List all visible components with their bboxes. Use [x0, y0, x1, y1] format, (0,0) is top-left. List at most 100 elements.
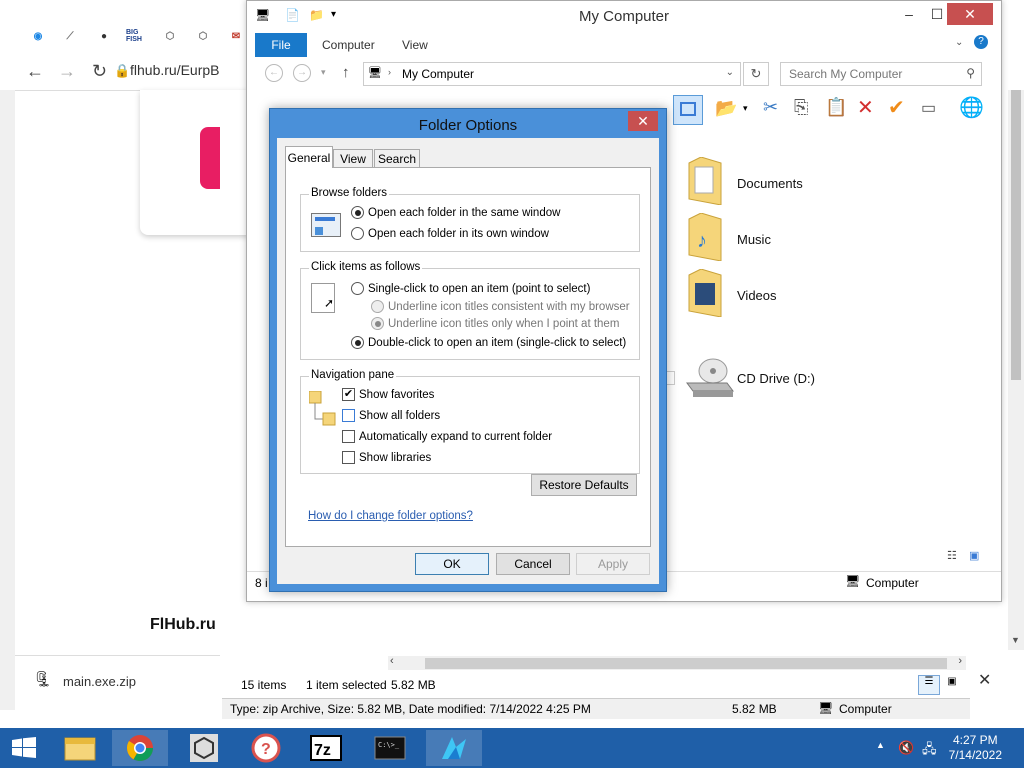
- dialog-close-button[interactable]: ✕: [628, 111, 658, 131]
- videos-label[interactable]: Videos: [737, 288, 777, 303]
- restore-defaults-button[interactable]: Restore Defaults: [531, 474, 637, 496]
- volume-muted-icon[interactable]: 🔇: [898, 740, 914, 756]
- documents-label[interactable]: Documents: [737, 176, 803, 191]
- page-card: [140, 90, 250, 235]
- close-button[interactable]: ✕: [947, 3, 993, 25]
- details-view-icon[interactable]: ☷: [947, 549, 957, 562]
- show-libraries-option[interactable]: Show libraries: [342, 451, 431, 464]
- bookmark-circle-icon[interactable]: ◉: [28, 26, 48, 46]
- bookmark-chart-icon[interactable]: ⟋: [60, 26, 80, 46]
- forward-arrow-icon[interactable]: →: [58, 61, 76, 82]
- start-button[interactable]: [0, 730, 48, 766]
- up-arrow-icon[interactable]: ↑: [342, 64, 350, 81]
- single-click-option[interactable]: Single-click to open an item (point to s…: [351, 282, 590, 295]
- music-label[interactable]: Music: [737, 232, 771, 247]
- close-download-icon[interactable]: ✕: [978, 670, 991, 690]
- address-dropdown-icon[interactable]: ⌄: [726, 67, 734, 78]
- show-all-folders-option[interactable]: Show all folders: [342, 409, 440, 422]
- preview-pane-button[interactable]: [673, 95, 703, 125]
- show-favorites-option[interactable]: ✔ Show favorites: [342, 388, 434, 401]
- breadcrumb-chevron-icon[interactable]: ›: [388, 67, 391, 77]
- cd-drive-icon[interactable]: [685, 355, 735, 399]
- tab-file[interactable]: File: [255, 33, 307, 57]
- radio-single-click[interactable]: [351, 282, 364, 295]
- radio-double-click[interactable]: [351, 336, 364, 349]
- tab-computer[interactable]: Computer: [322, 38, 375, 52]
- download-file-name[interactable]: main.exe.zip: [63, 674, 136, 689]
- large-icons-view-icon[interactable]: ▣: [969, 549, 979, 562]
- bookmark-unity2-icon[interactable]: ⬡: [193, 26, 213, 46]
- search-icon[interactable]: ⚲: [966, 66, 975, 80]
- reload-icon[interactable]: ↻: [92, 61, 107, 82]
- address-bar[interactable]: 🖥 › My Computer ⌄: [363, 62, 741, 86]
- details-view-icon[interactable]: ☰: [918, 675, 940, 695]
- network-icon[interactable]: 🖧: [922, 740, 937, 762]
- scroll-left-icon[interactable]: ‹: [390, 655, 394, 667]
- refresh-icon[interactable]: ↻: [743, 62, 769, 86]
- scroll-thumb[interactable]: [1011, 90, 1021, 380]
- nav-back-icon[interactable]: ←: [265, 64, 283, 82]
- tab-general[interactable]: General: [285, 146, 333, 168]
- chrome-taskbar-icon[interactable]: [112, 730, 168, 766]
- back-arrow-icon[interactable]: ←: [26, 61, 44, 82]
- help-link[interactable]: How do I change folder options?: [308, 510, 473, 522]
- checkbox-show-favorites[interactable]: ✔: [342, 388, 355, 401]
- folder-check-icon[interactable]: 📂: [715, 98, 737, 119]
- scroll-down-icon[interactable]: ▼: [1011, 635, 1020, 645]
- help-icon[interactable]: ?: [974, 35, 988, 49]
- tab-view[interactable]: View: [333, 149, 373, 168]
- videos-folder-icon[interactable]: [687, 268, 723, 318]
- checkbox-auto-expand[interactable]: [342, 430, 355, 443]
- rename-icon[interactable]: ▭: [921, 98, 936, 118]
- url-text[interactable]: flhub.ru/EurpB: [130, 62, 220, 78]
- 7zip-taskbar-icon[interactable]: 7z: [298, 730, 354, 766]
- site-name: FlHub.ru: [150, 616, 216, 633]
- scroll-right-icon[interactable]: ›: [958, 655, 962, 667]
- copy-icon[interactable]: ⎘: [794, 97, 808, 118]
- tray-expand-icon[interactable]: ▲: [876, 740, 885, 750]
- file-explorer-taskbar-icon[interactable]: [52, 730, 108, 766]
- open-own-window-option[interactable]: Open each folder in its own window: [351, 227, 549, 240]
- check-icon[interactable]: ✔: [888, 95, 905, 120]
- auto-expand-option[interactable]: Automatically expand to current folder: [342, 430, 552, 443]
- nav-forward-icon[interactable]: →: [293, 64, 311, 82]
- browser-vertical-scrollbar[interactable]: ▼: [1008, 90, 1024, 650]
- large-icons-view-icon[interactable]: ▣: [942, 676, 962, 694]
- music-folder-icon[interactable]: ♪: [687, 212, 723, 262]
- cut-icon[interactable]: ✂: [763, 97, 778, 118]
- bookmark-bigfish-icon[interactable]: BIG FISH: [126, 26, 146, 46]
- underline-point-label: Underline icon titles only when I point …: [388, 317, 620, 330]
- cd-drive-label[interactable]: CD Drive (D:): [737, 371, 815, 386]
- search-input[interactable]: Search My Computer ⚲: [780, 62, 982, 86]
- cmd-taskbar-icon[interactable]: C:\>_: [362, 730, 418, 766]
- open-same-window-option[interactable]: Open each folder in the same window: [351, 206, 560, 219]
- checkbox-show-all-folders[interactable]: [342, 409, 355, 422]
- paste-icon[interactable]: 📋: [825, 97, 847, 118]
- system-clock[interactable]: 4:27 PM 7/14/2022: [949, 733, 1002, 763]
- recent-locations-icon[interactable]: ▾: [321, 67, 326, 78]
- bg-selected-size: 5.82 MB: [391, 678, 436, 692]
- show-libraries-label: Show libraries: [359, 451, 432, 464]
- app-taskbar-icon[interactable]: [426, 730, 482, 766]
- radio-open-same-window[interactable]: [351, 206, 364, 219]
- bookmark-mail-icon[interactable]: ✉: [226, 26, 246, 46]
- ok-button[interactable]: OK: [415, 553, 489, 575]
- cancel-button[interactable]: Cancel: [496, 553, 570, 575]
- double-click-option[interactable]: Double-click to open an item (single-cli…: [351, 336, 626, 349]
- unity-taskbar-icon[interactable]: [176, 730, 232, 766]
- toolbar-dropdown-icon[interactable]: ▾: [743, 103, 748, 114]
- documents-folder-icon[interactable]: [687, 156, 723, 206]
- help-taskbar-icon[interactable]: ?: [238, 730, 294, 766]
- apply-button[interactable]: Apply: [576, 553, 650, 575]
- tab-view[interactable]: View: [402, 38, 428, 52]
- ribbon-expand-icon[interactable]: ⌄: [955, 37, 963, 48]
- bookmark-unity-icon[interactable]: ⬡: [160, 26, 180, 46]
- bg-scroll-thumb[interactable]: [425, 658, 947, 669]
- radio-open-own-window[interactable]: [351, 227, 364, 240]
- checkbox-show-libraries[interactable]: [342, 451, 355, 464]
- bookmark-globe-icon[interactable]: ●: [94, 26, 114, 46]
- tab-search[interactable]: Search: [374, 149, 420, 168]
- delete-icon[interactable]: ✕: [857, 95, 874, 120]
- properties-globe-icon[interactable]: 🌐: [959, 95, 984, 120]
- address-text[interactable]: My Computer: [402, 67, 474, 81]
